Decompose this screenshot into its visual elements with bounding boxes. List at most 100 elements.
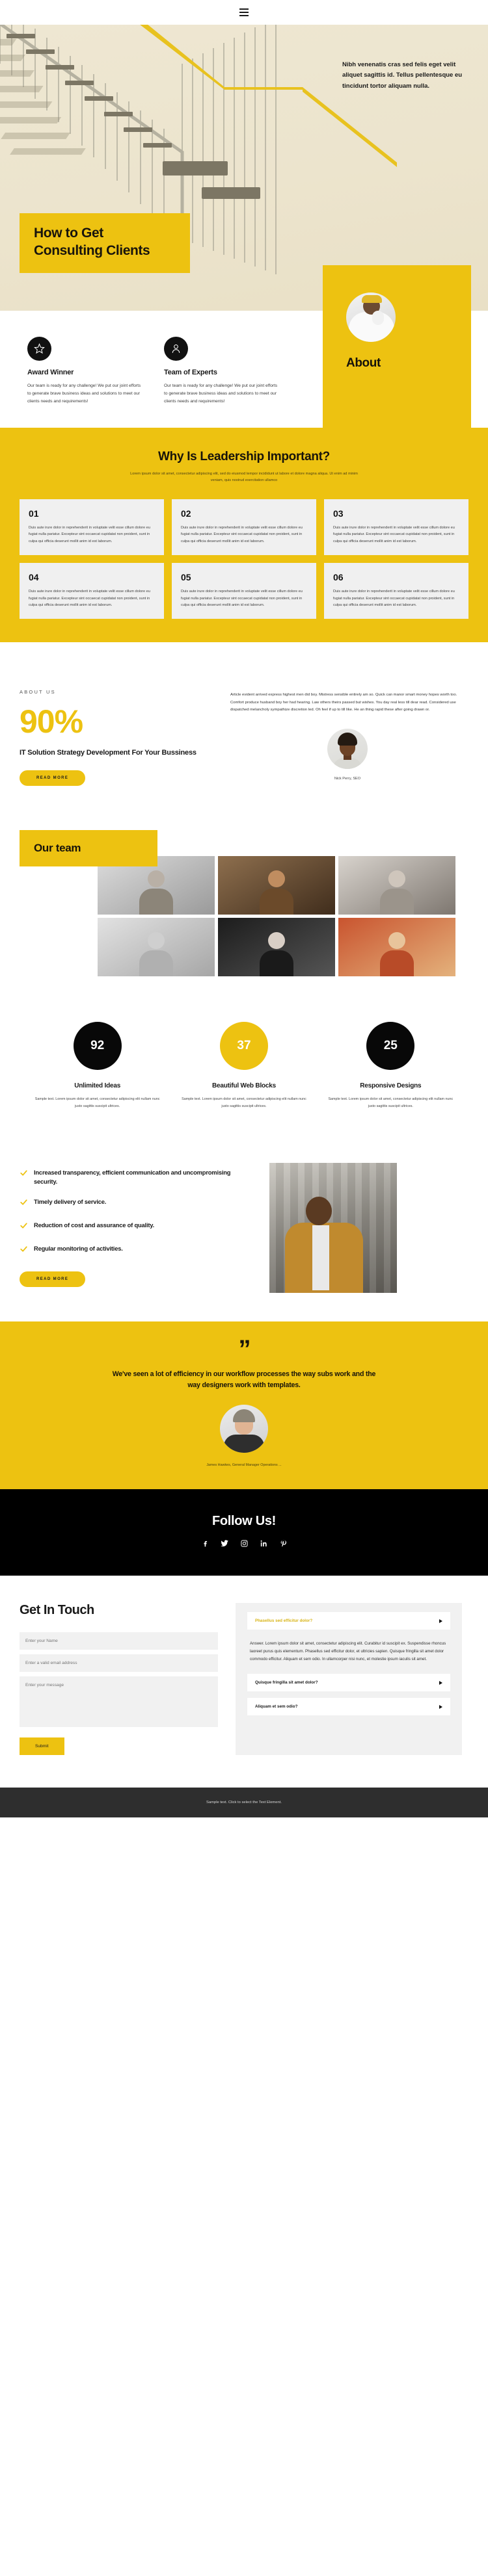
stat-text: Sample text. Lorem ipsum dolor sit amet,… bbox=[34, 1097, 160, 1108]
about-us-person: Nick Perry, SEO bbox=[308, 728, 386, 781]
star-icon bbox=[27, 337, 51, 361]
contact-section: Get In Touch Submit Phasellus sed effici… bbox=[0, 1576, 488, 1788]
stat-item: 92 Unlimited Ideas Sample text. Lorem ip… bbox=[26, 1021, 169, 1110]
faq-answer-text: Answer. Lorem ipsum dolor sit amet, cons… bbox=[250, 1641, 446, 1662]
benefit-text: Regular monitoring of activities. bbox=[34, 1245, 123, 1253]
businessman-on-phone-photo bbox=[269, 1162, 397, 1293]
team-photo-5 bbox=[218, 917, 335, 976]
quote-icon: ” bbox=[238, 1335, 251, 1363]
about-card[interactable]: About bbox=[323, 265, 471, 428]
facebook-icon[interactable] bbox=[200, 1538, 210, 1548]
benefit-item: Reduction of cost and assurance of quali… bbox=[20, 1221, 254, 1233]
about-us-section: ABOUT US 90% IT Solution Strategy Develo… bbox=[0, 642, 488, 825]
testimonial-section: ” We've seen a lot of efficiency in our … bbox=[0, 1321, 488, 1489]
feature-card-team-of-experts: Team of Experts Our team is ready for an… bbox=[164, 337, 301, 406]
feature-text: Our team is ready for any challenge! We … bbox=[27, 384, 141, 404]
about-us-right: Article evident arrived express highest … bbox=[230, 689, 465, 786]
about-us-heading: IT Solution Strategy Development For You… bbox=[20, 749, 197, 757]
follow-us-heading: Follow Us! bbox=[211, 1514, 277, 1528]
linkedin-icon[interactable] bbox=[258, 1538, 269, 1548]
hero-quote-text: Nibh venenatis cras sed felis eget velit… bbox=[342, 61, 463, 90]
leadership-card: 03 Duis aute irure dolor in reprehenderi… bbox=[324, 499, 468, 556]
faq-question-open[interactable]: Phasellus sed efficitur dolor? bbox=[247, 1612, 450, 1630]
leadership-card: 01 Duis aute irure dolor in reprehenderi… bbox=[20, 499, 164, 556]
hamburger-menu-icon[interactable] bbox=[239, 8, 249, 16]
card-text: Duis aute irure dolor in reprehenderit i… bbox=[181, 526, 303, 543]
benefit-text: Increased transparency, efficient commun… bbox=[34, 1168, 231, 1185]
leadership-section: Why Is Leadership Important? Lorem ipsum… bbox=[0, 428, 488, 643]
benefits-section: Increased transparency, efficient commun… bbox=[0, 1143, 488, 1321]
feature-text: Our team is ready for any challenge! We … bbox=[164, 384, 278, 404]
pinterest-icon[interactable] bbox=[278, 1538, 288, 1548]
stat-title: Unlimited Ideas bbox=[74, 1082, 121, 1089]
testimonial-quote: We've seen a lot of efficiency in our wo… bbox=[112, 1370, 376, 1389]
card-text: Duis aute irure dolor in reprehenderit i… bbox=[29, 526, 150, 543]
chevron-right-icon bbox=[439, 1704, 442, 1709]
stat-title: Beautiful Web Blocks bbox=[211, 1082, 277, 1089]
stat-value-badge: 25 bbox=[366, 1021, 415, 1070]
read-more-button[interactable]: READ MORE bbox=[20, 1271, 86, 1288]
stat-text: Sample text. Lorem ipsum dolor sit amet,… bbox=[182, 1097, 306, 1108]
benefit-text: Timely delivery of service. bbox=[34, 1198, 107, 1206]
leadership-card-grid: 01 Duis aute irure dolor in reprehenderi… bbox=[0, 499, 488, 619]
about-us-kicker: ABOUT US bbox=[20, 689, 56, 696]
faq-question-text: Phasellus sed efficitur dolor? bbox=[255, 1619, 313, 1623]
our-team-heading: Our team bbox=[20, 829, 157, 866]
message-input[interactable] bbox=[20, 1676, 218, 1727]
team-photo-6 bbox=[338, 917, 455, 976]
hero-title-box: How to Get Consulting Clients bbox=[20, 213, 190, 273]
name-input[interactable] bbox=[20, 1632, 218, 1650]
faq-question[interactable]: Aliquam et sem odio? bbox=[247, 1698, 450, 1716]
stats-section: 92 Unlimited Ideas Sample text. Lorem ip… bbox=[0, 1008, 488, 1143]
about-us-percentage: 90% bbox=[20, 703, 83, 740]
landing-page: Nibh venenatis cras sed felis eget velit… bbox=[0, 0, 488, 1817]
our-team-section: Our team bbox=[0, 824, 488, 1008]
feature-columns: Award Winner Our team is ready for any c… bbox=[0, 337, 325, 406]
instagram-icon[interactable] bbox=[239, 1538, 249, 1548]
person-caption: Nick Perry, SEO bbox=[334, 776, 361, 781]
team-photo-grid bbox=[0, 855, 488, 976]
stat-item: 37 Beautiful Web Blocks Sample text. Lor… bbox=[172, 1021, 315, 1110]
testimonial-author: James Hawkes, General Manager Operations… bbox=[206, 1463, 282, 1467]
faq-question-text: Quisque fringilla sit amet dolor? bbox=[255, 1680, 318, 1685]
leadership-subtitle: Lorem ipsum dolor sit amet, consectetur … bbox=[130, 472, 358, 483]
about-us-body-text: Article evident arrived express highest … bbox=[230, 693, 457, 712]
chevron-right-icon bbox=[439, 1619, 442, 1623]
submit-button[interactable]: Submit bbox=[20, 1737, 64, 1755]
contact-form: Get In Touch Submit bbox=[20, 1603, 221, 1755]
check-icon bbox=[20, 1198, 28, 1210]
card-text: Duis aute irure dolor in reprehenderit i… bbox=[181, 590, 303, 607]
yellow-handrail bbox=[140, 25, 397, 167]
team-photo-3 bbox=[338, 855, 455, 915]
faq-question-text: Aliquam et sem odio? bbox=[255, 1704, 298, 1710]
stat-value-badge: 92 bbox=[73, 1021, 122, 1070]
faq-question[interactable]: Quisque fringilla sit amet dolor? bbox=[247, 1674, 450, 1692]
email-input[interactable] bbox=[20, 1654, 218, 1672]
read-more-button[interactable]: READ MORE bbox=[20, 770, 86, 786]
leadership-card: 04 Duis aute irure dolor in reprehenderi… bbox=[20, 563, 164, 619]
benefit-item: Regular monitoring of activities. bbox=[20, 1244, 254, 1256]
card-number: 03 bbox=[333, 508, 344, 519]
leadership-card: 06 Duis aute irure dolor in reprehenderi… bbox=[324, 563, 468, 619]
features-section: Award Winner Our team is ready for any c… bbox=[0, 265, 488, 428]
benefit-item: Timely delivery of service. bbox=[20, 1197, 254, 1210]
twitter-icon[interactable] bbox=[219, 1538, 230, 1548]
check-icon bbox=[20, 1169, 28, 1186]
page-title: How to Get Consulting Clients bbox=[34, 226, 150, 258]
contact-heading: Get In Touch bbox=[20, 1603, 94, 1617]
stat-title: Responsive Designs bbox=[360, 1082, 422, 1089]
benefits-list: Increased transparency, efficient commun… bbox=[20, 1163, 254, 1288]
feature-title: Team of Experts bbox=[164, 369, 217, 376]
person-photo bbox=[327, 728, 368, 769]
top-navigation-bar bbox=[0, 0, 488, 25]
page-footer: Sample text. Click to select the Text El… bbox=[0, 1788, 488, 1817]
card-number: 04 bbox=[29, 572, 39, 583]
check-icon bbox=[20, 1245, 28, 1256]
card-text: Duis aute irure dolor in reprehenderit i… bbox=[29, 590, 150, 607]
leadership-heading: Why Is Leadership Important? bbox=[158, 450, 330, 463]
card-text: Duis aute irure dolor in reprehenderit i… bbox=[333, 590, 455, 607]
card-number: 06 bbox=[333, 572, 344, 583]
card-number: 05 bbox=[181, 572, 191, 583]
stat-item: 25 Responsive Designs Sample text. Lorem… bbox=[319, 1021, 462, 1110]
benefit-item: Increased transparency, efficient commun… bbox=[20, 1168, 254, 1186]
